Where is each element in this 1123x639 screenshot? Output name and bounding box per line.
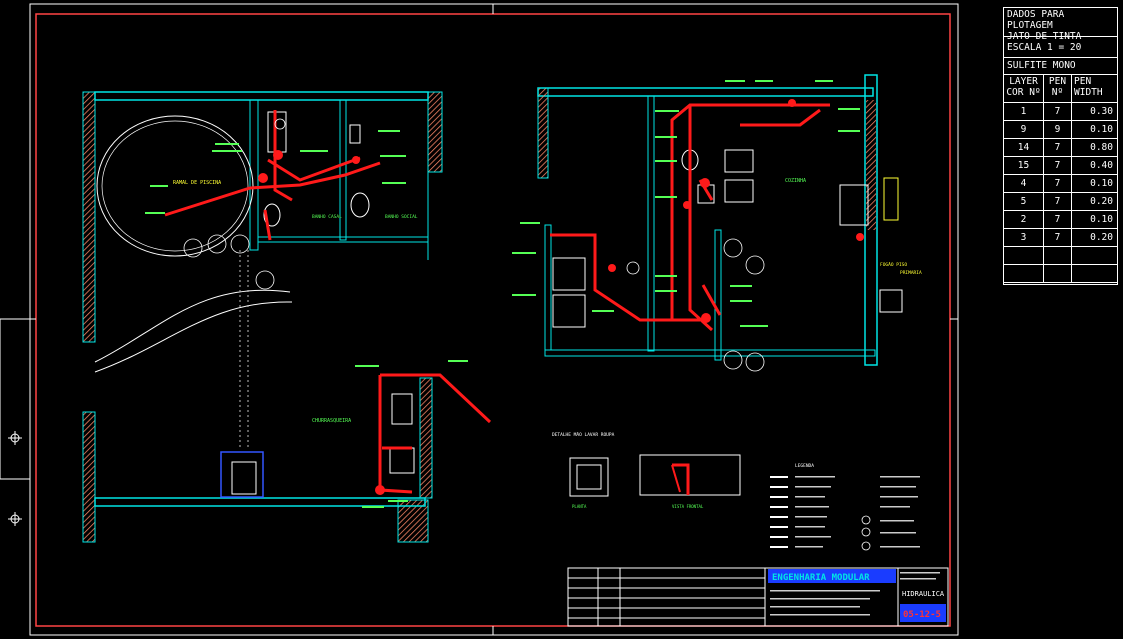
plot-cell-width: 0.30 bbox=[1072, 103, 1117, 121]
label-primaria: PRIMARIA bbox=[900, 270, 922, 276]
plot-scale: ESCALA 1 = 20 bbox=[1004, 39, 1117, 58]
plot-cell-empty bbox=[1004, 247, 1044, 265]
plot-cell-pen: 7 bbox=[1044, 211, 1072, 229]
plot-settings-table: DADOS PARA PLOTAGEM JATO DE TINTA ESCALA… bbox=[1003, 7, 1118, 285]
plot-cell-pen: 9 bbox=[1044, 121, 1072, 139]
plot-cell-width: 0.20 bbox=[1072, 193, 1117, 211]
title-block[interactable]: ENGENHARIA MODULAR HIDRAULICA 05-12-5 bbox=[567, 567, 949, 627]
plot-cell-layer: 1 bbox=[1004, 103, 1044, 121]
left-floor-plan[interactable]: RAMAL DE PISCINA BANHO CASAL BANHO SOCIA… bbox=[82, 91, 492, 543]
room-label-banho-social: BANHO SOCIAL bbox=[385, 214, 418, 220]
plot-cell-width: 0.80 bbox=[1072, 139, 1117, 157]
col-pen-header: PEN Nº bbox=[1044, 75, 1072, 103]
cad-drawing-canvas[interactable]: RAMAL DE PISCINA BANHO CASAL BANHO SOCIA… bbox=[0, 0, 1123, 639]
plot-cell-pen: 7 bbox=[1044, 103, 1072, 121]
legend-title: LEGENDA bbox=[795, 463, 814, 469]
binding-mark-icon bbox=[8, 512, 22, 526]
right-floor-plan[interactable]: COZINHA FOGÃO PISO PRIMARIA bbox=[512, 74, 922, 372]
room-label-churrasqueira: CHURRASQUEIRA bbox=[312, 418, 351, 424]
plot-table-header: LAYER COR Nº PEN Nº PEN WIDTH bbox=[1004, 75, 1117, 103]
plot-cell-width: 0.40 bbox=[1072, 157, 1117, 175]
plot-cell-layer: 5 bbox=[1004, 193, 1044, 211]
plot-title-line1: DADOS PARA PLOTAGEM bbox=[1007, 9, 1065, 31]
plot-cell-layer: 3 bbox=[1004, 229, 1044, 247]
detail-elevation-label: VISTA FRONTAL bbox=[672, 504, 704, 509]
sheet-code: 05-12-5 bbox=[903, 610, 941, 620]
detail-laundry[interactable]: DETALHE MÃO LAVAR ROUPA PLANTA VISTA FRO… bbox=[552, 431, 741, 509]
plot-cell-empty bbox=[1044, 265, 1072, 283]
sheet-frame bbox=[0, 3, 959, 636]
detail-plan-label: PLANTA bbox=[572, 504, 587, 509]
detail-laundry-title: DETALHE MÃO LAVAR ROUPA bbox=[552, 431, 615, 438]
plot-cell-pen: 7 bbox=[1044, 157, 1072, 175]
plot-paper: SULFITE MONO bbox=[1004, 58, 1117, 75]
plot-cell-pen: 7 bbox=[1044, 229, 1072, 247]
company-name: ENGENHARIA MODULAR bbox=[772, 573, 870, 583]
plot-cell-empty bbox=[1044, 247, 1072, 265]
label-fogao-piso: FOGÃO PISO bbox=[880, 261, 907, 268]
plot-cell-pen: 7 bbox=[1044, 139, 1072, 157]
svg-text:RAMAL DE PISCINA: RAMAL DE PISCINA bbox=[173, 180, 221, 186]
plot-cell-empty bbox=[1004, 265, 1044, 283]
plot-title: DADOS PARA PLOTAGEM JATO DE TINTA bbox=[1004, 8, 1117, 42]
room-label-cozinha: COZINHA bbox=[785, 178, 806, 184]
plot-cell-width: 0.10 bbox=[1072, 175, 1117, 193]
plot-cell-width: 0.20 bbox=[1072, 229, 1117, 247]
col-layer-header: LAYER COR Nº bbox=[1004, 75, 1044, 103]
plot-cell-pen: 7 bbox=[1044, 175, 1072, 193]
plot-cell-layer: 2 bbox=[1004, 211, 1044, 229]
plot-cell-layer: 9 bbox=[1004, 121, 1044, 139]
room-label-banho-casal: BANHO CASAL bbox=[312, 214, 342, 220]
plot-cell-width: 0.10 bbox=[1072, 211, 1117, 229]
plot-cell-empty bbox=[1072, 265, 1117, 283]
plot-cell-layer: 14 bbox=[1004, 139, 1044, 157]
col-width-header: PEN WIDTH bbox=[1072, 75, 1117, 103]
plot-cell-pen: 7 bbox=[1044, 193, 1072, 211]
plot-cell-empty bbox=[1072, 247, 1117, 265]
discipline-label: HIDRAULICA bbox=[902, 590, 945, 598]
binding-mark-icon bbox=[8, 431, 22, 445]
plot-cell-width: 0.10 bbox=[1072, 121, 1117, 139]
plot-cell-layer: 4 bbox=[1004, 175, 1044, 193]
legend-panel[interactable]: LEGENDA bbox=[770, 463, 920, 551]
plot-table-body: 1 7 0.30 9 9 0.10 14 7 0.80 15 7 0.40 4 7 0.10 5 7 0.20 2 7… bbox=[1004, 103, 1117, 283]
plot-cell-layer: 15 bbox=[1004, 157, 1044, 175]
